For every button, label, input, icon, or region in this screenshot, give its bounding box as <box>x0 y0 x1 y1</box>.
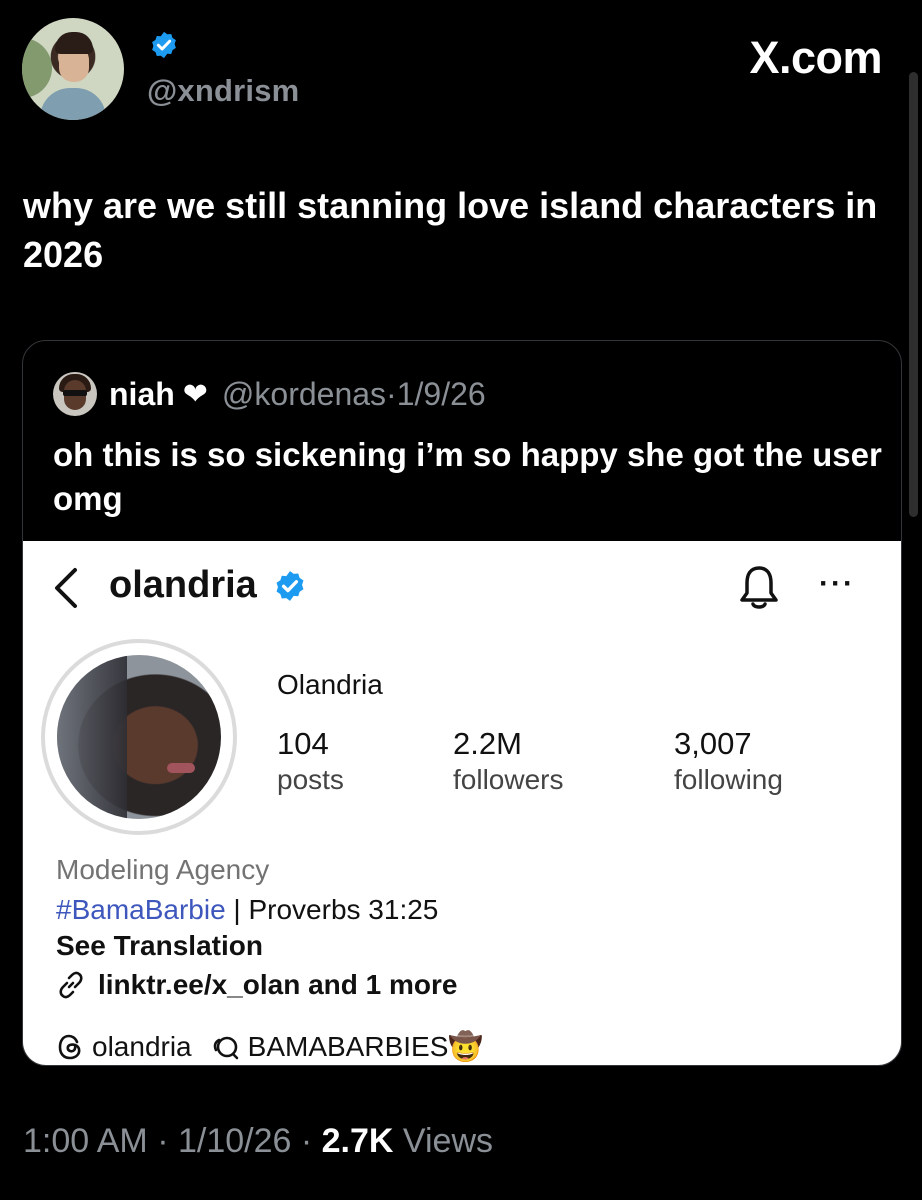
quoted-author-name[interactable]: niah <box>109 376 175 413</box>
heart-icon: ❤ <box>182 377 208 411</box>
ig-username: olandria <box>109 564 257 606</box>
stat-followers: 2.2M followers <box>453 726 563 798</box>
ig-link: linktr.ee/x_olan and 1 more <box>56 969 457 1001</box>
quoted-tweet-text: oh this is so sickening i’m so happy she… <box>53 436 882 517</box>
site-brand: X.com <box>749 32 882 84</box>
instagram-profile-screenshot[interactable]: olandria ··· Olandria 104 posts 2.2M fol… <box>23 541 901 1065</box>
threads-link: olandria <box>56 1031 192 1063</box>
meta-separator: · <box>386 375 397 412</box>
ig-bio: #BamaBarbie | Proverbs 31:25 <box>56 894 438 926</box>
bio-hashtag: #BamaBarbie <box>56 894 226 925</box>
channel-name: BAMABARBIES <box>247 1030 449 1062</box>
quoted-author-avatar[interactable] <box>53 372 97 416</box>
tweet-text: why are we still stanning love island ch… <box>23 185 878 275</box>
quoted-tweet-date[interactable]: 1/9/26 <box>397 376 486 413</box>
meta-separator: · <box>291 1122 322 1160</box>
quoted-tweet[interactable]: niah ❤ @kordenas · 1/9/26 oh this is so … <box>22 340 902 1066</box>
ig-category: Modeling Agency <box>56 854 270 885</box>
quoted-author-handle[interactable]: @kordenas <box>222 376 386 413</box>
cowboy-emoji-icon: 🤠 <box>448 1031 484 1062</box>
verified-badge-icon <box>152 31 176 59</box>
link-icon <box>59 971 83 999</box>
back-chevron-icon <box>55 568 77 608</box>
tweet-date[interactable]: 1/10/26 <box>178 1122 291 1160</box>
bell-icon <box>740 566 778 609</box>
tweet-meta: 1:00 AM · 1/10/26 · 2.7K Views <box>23 1122 493 1161</box>
stat-label: followers <box>453 764 564 795</box>
stat-label: following <box>674 764 783 795</box>
profile-picture <box>57 655 221 819</box>
tweet-time[interactable]: 1:00 AM <box>23 1122 148 1160</box>
more-icon: ··· <box>819 567 855 600</box>
ig-link-text: linktr.ee/x_olan and 1 more <box>98 969 458 1000</box>
stat-label: posts <box>277 764 344 795</box>
site-brand-text: X.com <box>749 32 882 83</box>
views-label: Views <box>393 1122 493 1160</box>
channel-link: BAMABARBIES 🤠 <box>210 1030 484 1063</box>
stat-posts: 104 posts <box>277 726 344 798</box>
meta-separator: · <box>147 1122 178 1160</box>
see-translation: See Translation <box>56 930 263 961</box>
ig-display-name: Olandria <box>277 669 383 700</box>
stat-value: 3,007 <box>674 726 752 761</box>
author-handle[interactable]: @xndrism <box>147 73 299 109</box>
bio-text: | Proverbs 31:25 <box>225 894 439 925</box>
stat-following: 3,007 following <box>674 726 783 798</box>
verified-badge-icon <box>276 571 304 601</box>
ig-bottom-row: olandria BAMABARBIES 🤠 <box>56 1030 501 1063</box>
channel-icon <box>213 1036 238 1059</box>
author-avatar[interactable] <box>22 18 124 120</box>
stat-value: 2.2M <box>453 726 522 761</box>
quoted-tweet-header: niah ❤ @kordenas · 1/9/26 <box>53 372 486 416</box>
views-count: 2.7K <box>321 1122 394 1160</box>
scrollbar[interactable] <box>909 72 918 517</box>
stat-value: 104 <box>277 726 329 761</box>
threads-icon <box>58 1034 81 1059</box>
threads-handle: olandria <box>92 1030 192 1062</box>
